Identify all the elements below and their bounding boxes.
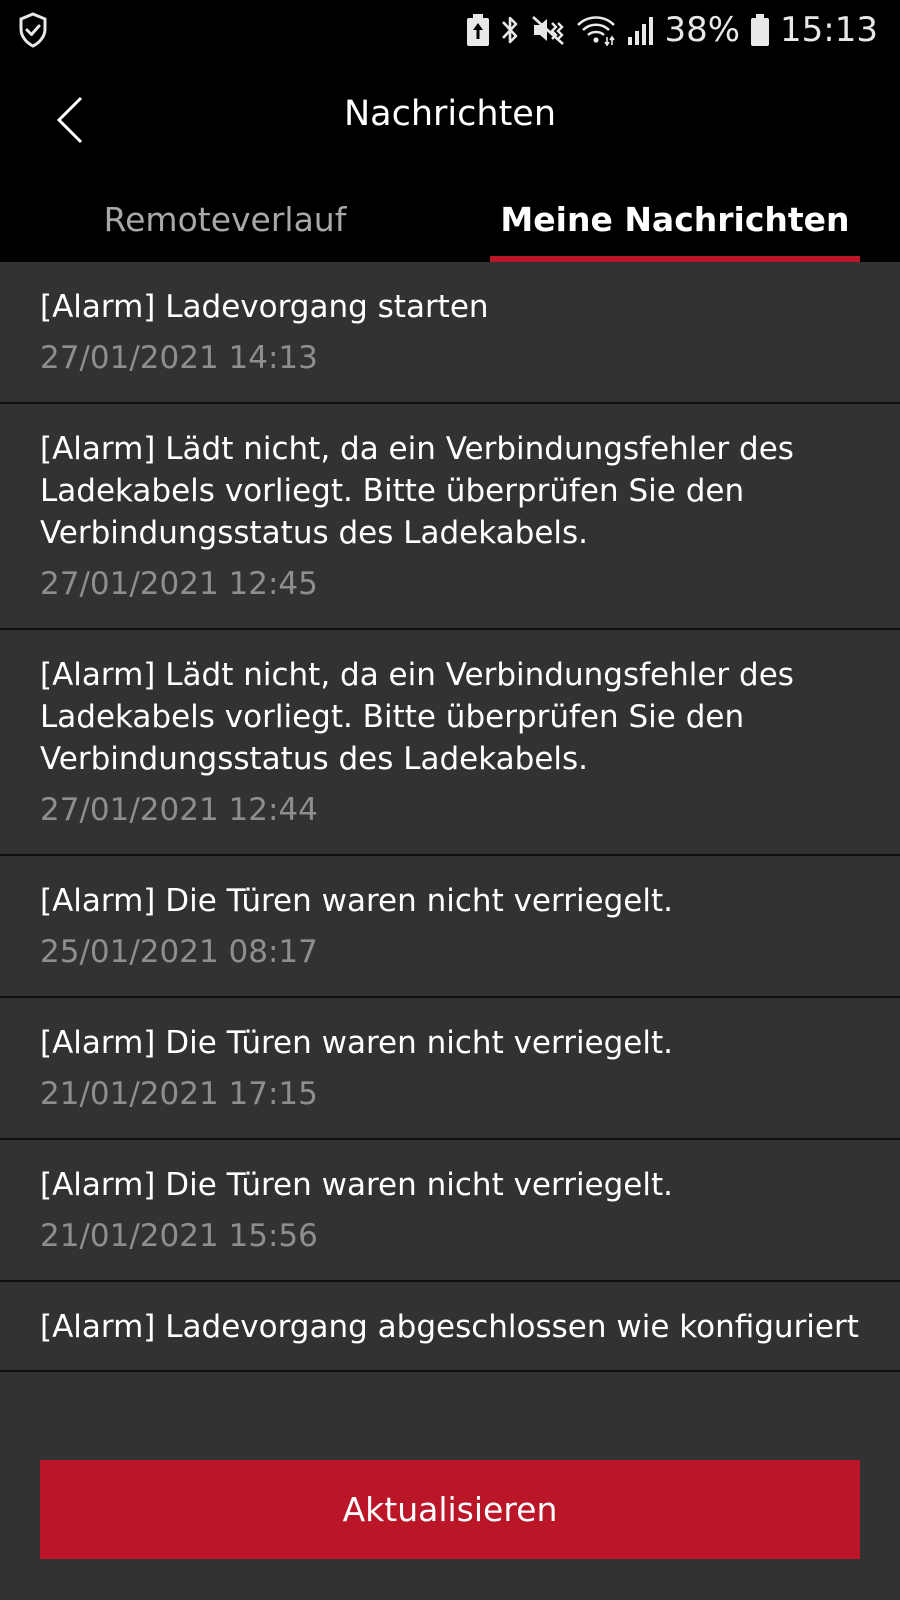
message-title: [Alarm] Lädt nicht, da ein Verbindungsfe… [40,431,794,551]
tab-bar: Remoteverlauf Meine Nachrichten [0,180,900,262]
status-bar: 38% 15:13 [0,0,900,60]
message-timestamp: 21/01/2021 15:56 [40,1218,318,1254]
message-title: [Alarm] Lädt nicht, da ein Verbindungsfe… [40,657,794,777]
battery-icon [750,13,770,47]
status-time: 15:13 [780,10,878,50]
message-timestamp: 27/01/2021 12:44 [40,792,318,828]
message-title: [Alarm] Ladevorgang starten [40,289,489,325]
list-item[interactable]: [Alarm] Lädt nicht, da ein Verbindungsfe… [0,404,900,630]
battery-percent: 38% [664,10,741,50]
message-title: [Alarm] Die Türen waren nicht verriegelt… [40,1167,674,1203]
message-timestamp: 27/01/2021 12:45 [40,566,318,602]
list-item[interactable]: [Alarm] Die Türen waren nicht verriegelt… [0,998,900,1140]
tab-remoteverlauf[interactable]: Remoteverlauf [0,180,450,262]
signal-icon [626,13,654,47]
tab-meine-nachrichten[interactable]: Meine Nachrichten [490,180,860,262]
shield-check-icon [18,12,50,48]
message-title: [Alarm] Die Türen waren nicht verriegelt… [40,883,674,919]
message-title: [Alarm] Die Türen waren nicht verriegelt… [40,1025,674,1061]
list-item[interactable]: [Alarm] Die Türen waren nicht verriegelt… [0,1140,900,1282]
list-item[interactable]: [Alarm] Ladevorgang abgeschlossen wie ko… [0,1282,900,1372]
mute-vibrate-icon [530,13,566,47]
list-item[interactable]: [Alarm] Lädt nicht, da ein Verbindungsfe… [0,630,900,856]
wifi-icon [576,13,616,47]
message-list[interactable]: [Alarm] Ladevorgang starten 27/01/2021 1… [0,262,900,1600]
list-item[interactable]: [Alarm] Ladevorgang starten 27/01/2021 1… [0,262,900,404]
page-title: Nachrichten [343,94,557,134]
bluetooth-icon [500,13,520,47]
message-timestamp: 21/01/2021 17:15 [40,1076,318,1112]
message-timestamp: 27/01/2021 14:13 [40,340,318,376]
message-title: [Alarm] Ladevorgang abgeschlossen wie ko… [40,1309,859,1345]
app-header: Nachrichten [0,60,900,180]
message-timestamp: 25/01/2021 08:17 [40,934,318,970]
update-button[interactable]: Aktualisieren [40,1460,860,1559]
list-item[interactable]: [Alarm] Die Türen waren nicht verriegelt… [0,856,900,998]
battery-saver-icon [466,13,490,47]
status-icons: 38% 15:13 [466,8,878,52]
